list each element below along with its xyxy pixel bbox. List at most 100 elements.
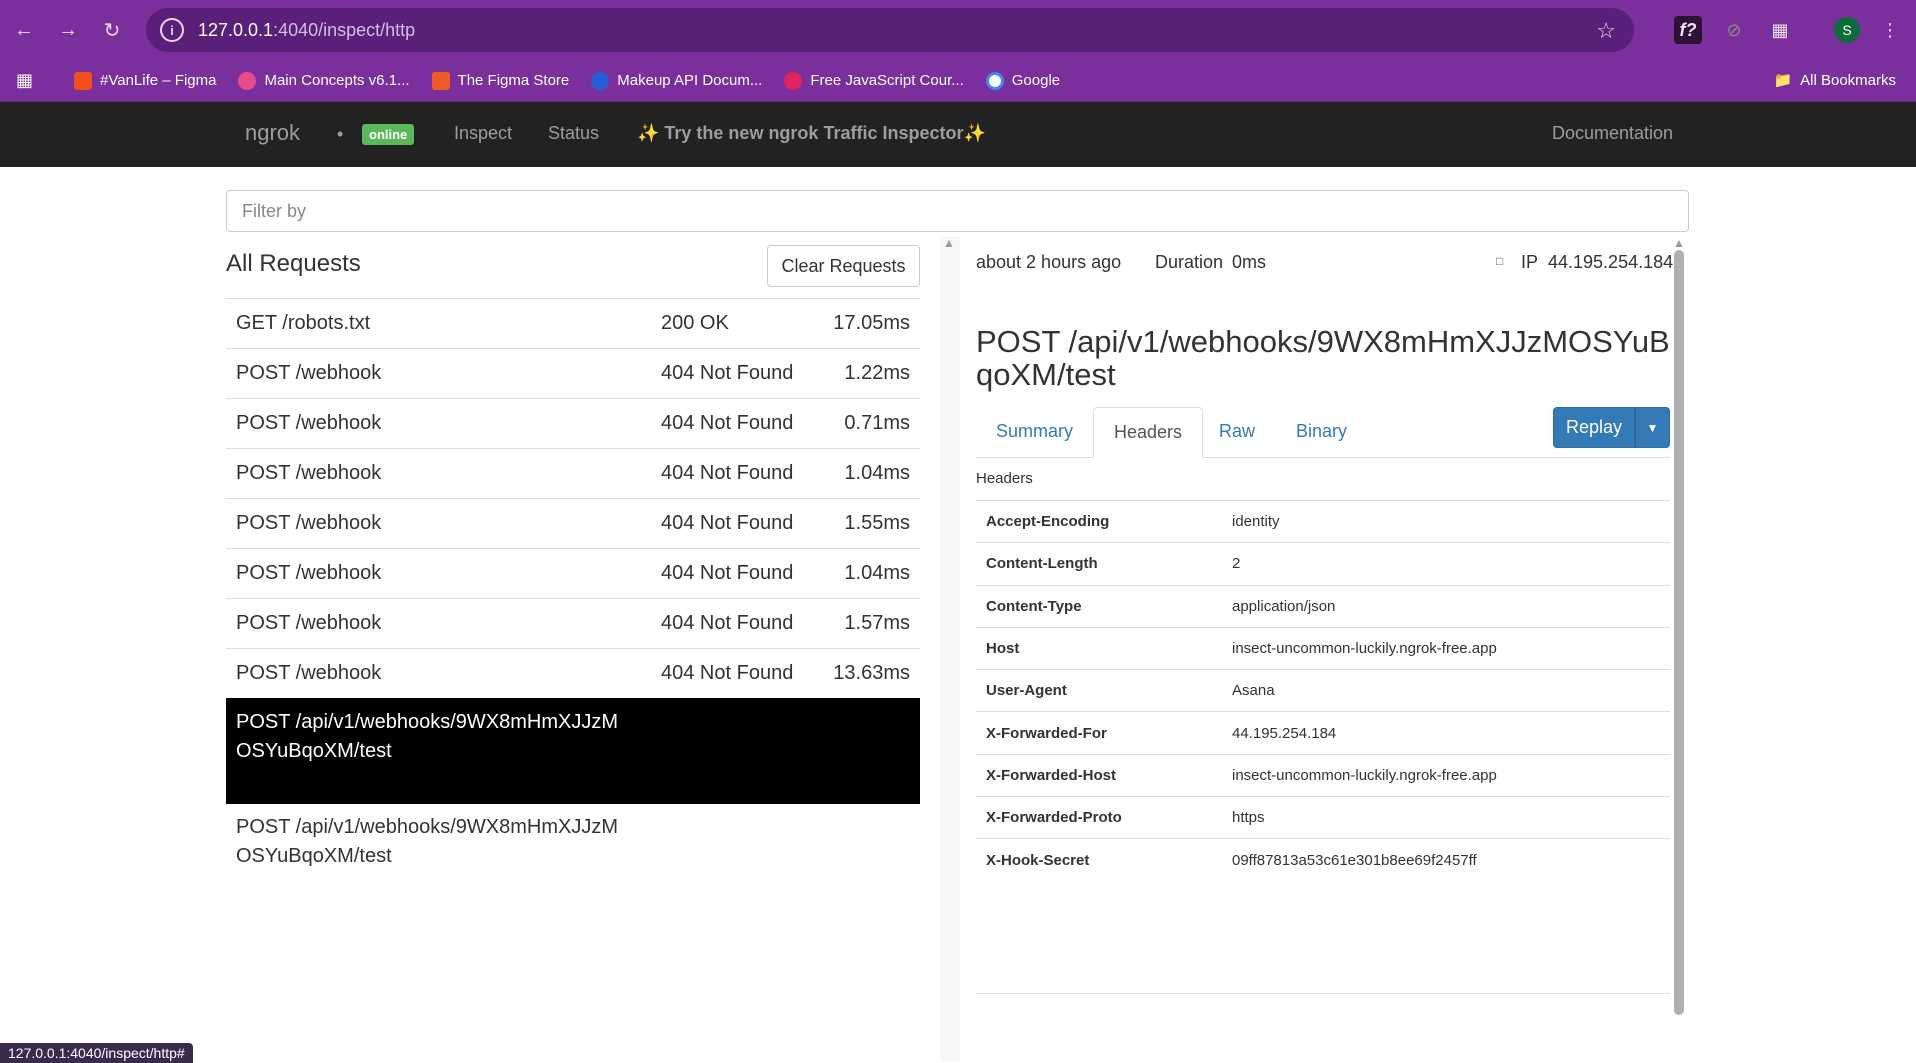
reload-icon[interactable]: ↻	[98, 16, 126, 44]
browser-menu-icon[interactable]: ⋮	[1876, 16, 1904, 44]
request-path: POST /webhook	[236, 562, 382, 584]
nav-traffic-inspector[interactable]: ✨ Try the new ngrok Traffic Inspector✨	[637, 123, 986, 144]
request-path: POST /webhook	[236, 662, 382, 684]
headers-table: Accept-Encoding identity Content-Length 2 …	[976, 499, 1670, 882]
bookmarks-bar: ▦ #VanLife – Figma Main Concepts v6.1...…	[0, 60, 1916, 102]
request-status: 200 OK	[661, 312, 729, 334]
javascript-course-icon	[784, 71, 803, 90]
request-duration: 1.04ms	[844, 562, 910, 584]
tab-raw[interactable]: Raw	[1199, 407, 1275, 458]
header-value: 44.195.254.184	[1222, 711, 1670, 755]
nav-inspect[interactable]: Inspect	[454, 123, 512, 144]
scroll-up-arrow-icon[interactable]: ▲	[1673, 236, 1685, 250]
header-value: Asana	[1222, 669, 1670, 712]
tab-binary[interactable]: Binary	[1276, 407, 1367, 458]
request-path: POST /webhook	[236, 612, 382, 634]
request-row[interactable]: POST /webhook 404 Not Found 1.57ms	[226, 598, 920, 648]
site-info-icon[interactable]: i	[160, 18, 184, 42]
all-bookmarks[interactable]: 📁 All Bookmarks	[1773, 71, 1896, 90]
request-row[interactable]: POST /webhook 404 Not Found 13.63ms	[226, 648, 920, 698]
bookmark-item[interactable]: #VanLife – Figma	[74, 71, 216, 90]
request-row[interactable]: POST /webhook 404 Not Found 1.04ms	[226, 548, 920, 598]
request-duration: 13.63ms	[833, 662, 910, 684]
request-duration: 1.22ms	[844, 362, 910, 384]
figma-store-icon	[431, 71, 450, 90]
bookmark-item[interactable]: The Figma Store	[431, 71, 569, 90]
clipboard-icon[interactable]: □	[1496, 254, 1503, 268]
react-icon	[238, 71, 257, 90]
figma-icon	[74, 71, 92, 90]
filter-input[interactable]	[226, 190, 1689, 232]
request-row[interactable]: POST /webhook 404 Not Found 0.71ms	[226, 398, 920, 448]
clear-requests-button[interactable]: Clear Requests	[767, 245, 920, 287]
header-value: identity	[1222, 499, 1670, 543]
status-dot: •	[337, 124, 344, 144]
request-row[interactable]: GET /robots.txt 200 OK 17.05ms	[226, 298, 920, 348]
extension-fx-icon[interactable]: f?	[1674, 16, 1702, 44]
request-list: GET /robots.txt 200 OK 17.05ms POST /webho…	[226, 298, 920, 910]
ip-label: IP	[1521, 252, 1539, 272]
request-row[interactable]: POST /webhook 404 Not Found 1.55ms	[226, 498, 920, 548]
header-value: insect-uncommon-luckily.ngrok-free.app	[1222, 626, 1670, 670]
request-status: 404 Not Found	[661, 612, 794, 634]
request-status: 404 Not Found	[661, 512, 794, 534]
detail-scrollbar[interactable]	[1674, 250, 1684, 1015]
request-row-selected[interactable]: POST /api/v1/webhooks/9WX8mHmXJJzMOSYuBq…	[226, 698, 920, 804]
bookmark-star-icon[interactable]: ☆	[1596, 18, 1616, 44]
request-path: GET /robots.txt	[236, 312, 371, 334]
nav-documentation[interactable]: Documentation	[1552, 123, 1673, 144]
detail-bottom-divider	[976, 993, 1670, 994]
request-row[interactable]: POST /webhook 404 Not Found 1.22ms	[226, 348, 920, 398]
extension-disabled-icon[interactable]: ⊘	[1720, 16, 1748, 44]
request-row[interactable]: POST /api/v1/webhooks/9WX8mHmXJJzMOSYuBq…	[226, 804, 920, 910]
header-key: Content-Length	[976, 542, 1222, 586]
tab-headers[interactable]: Headers	[1093, 407, 1204, 458]
profile-avatar[interactable]: S	[1834, 17, 1860, 43]
apps-grid-icon[interactable]: ▦	[16, 70, 44, 91]
requests-heading: All Requests	[226, 250, 361, 277]
nav-status[interactable]: Status	[548, 123, 599, 144]
panel-divider	[940, 236, 960, 1061]
url-text[interactable]: 127.0.0.1:4040/inspect/http	[198, 20, 415, 41]
header-row: X-Forwarded-For 44.195.254.184	[976, 711, 1670, 755]
request-path: POST /webhook	[236, 412, 382, 434]
header-row: X-Forwarded-Host insect-uncommon-luckily.…	[976, 753, 1670, 797]
extensions-puzzle-icon[interactable]: ▦	[1766, 16, 1794, 44]
header-key: X-Forwarded-Proto	[976, 796, 1222, 839]
header-key: X-Forwarded-For	[976, 711, 1222, 755]
header-value: 09ff87813a53c61e301b8ee69f2457ff	[1222, 838, 1670, 882]
tab-summary[interactable]: Summary	[976, 407, 1093, 458]
folder-icon: 📁	[1773, 72, 1793, 89]
request-path: POST /webhook	[236, 512, 382, 534]
header-row: User-Agent Asana	[976, 669, 1670, 712]
address-bar[interactable]: i 127.0.0.1:4040/inspect/http ☆	[146, 8, 1634, 52]
header-key: X-Forwarded-Host	[976, 753, 1222, 797]
request-duration: 1.04ms	[844, 462, 910, 484]
request-status: 404 Not Found	[661, 412, 794, 434]
link-status-url: 127.0.0.1:4040/inspect/http#	[0, 1043, 193, 1063]
bookmark-item[interactable]: Main Concepts v6.1...	[238, 71, 410, 90]
header-row: Content-Length 2	[976, 542, 1670, 586]
request-duration: 0.71ms	[844, 412, 910, 434]
bookmark-item[interactable]: Makeup API Docum...	[591, 71, 762, 90]
bookmark-item[interactable]: Free JavaScript Cour...	[784, 71, 964, 90]
replay-dropdown-caret-icon[interactable]: ▼	[1635, 407, 1670, 448]
scroll-up-arrow-icon[interactable]: ▲	[943, 236, 955, 250]
replay-button[interactable]: Replay	[1553, 407, 1635, 448]
header-key: User-Agent	[976, 669, 1222, 712]
bookmark-item[interactable]: Google	[985, 71, 1060, 90]
header-row: Accept-Encoding identity	[976, 499, 1670, 543]
browser-toolbar: ← → ↻ i 127.0.0.1:4040/inspect/http ☆ f?…	[0, 0, 1916, 60]
brand-logo[interactable]: ngrok	[245, 120, 300, 146]
status-badge: online	[362, 124, 415, 145]
duration-label: Duration	[1155, 252, 1224, 272]
back-arrow-icon[interactable]: ←	[10, 16, 38, 44]
forward-arrow-icon[interactable]: →	[54, 16, 82, 44]
header-key: Host	[976, 626, 1222, 670]
request-status: 404 Not Found	[661, 662, 794, 684]
request-duration: 1.55ms	[844, 512, 910, 534]
header-row: X-Forwarded-Proto https	[976, 796, 1670, 839]
header-row: Content-Type application/json	[976, 584, 1670, 628]
request-row[interactable]: POST /webhook 404 Not Found 1.04ms	[226, 448, 920, 498]
request-status: 404 Not Found	[661, 362, 794, 384]
